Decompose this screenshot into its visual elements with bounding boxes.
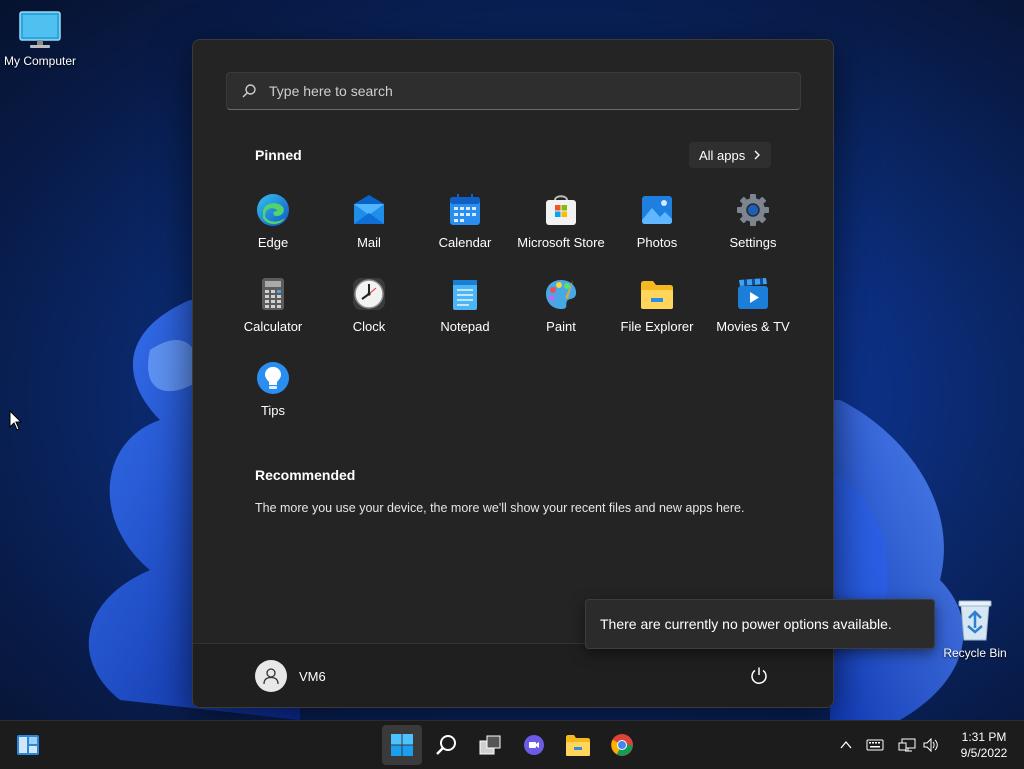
recommended-empty-text: The more you use your device, the more w… xyxy=(255,501,745,515)
file-explorer-taskbar-button[interactable] xyxy=(558,725,598,765)
recycle-bin-icon xyxy=(958,600,992,641)
edge-icon xyxy=(257,194,289,226)
start-menu-footer: VM6 xyxy=(193,643,833,707)
chrome-taskbar-button[interactable] xyxy=(602,725,642,765)
photos-icon xyxy=(642,196,672,224)
app-label: Microsoft Store xyxy=(517,235,605,250)
search-icon xyxy=(242,84,256,98)
keyboard-icon[interactable] xyxy=(866,738,884,752)
notepad-icon xyxy=(453,280,477,310)
pinned-app-mail[interactable]: Mail xyxy=(321,190,417,274)
chrome-icon xyxy=(611,734,633,756)
chevron-right-icon xyxy=(754,150,761,160)
pinned-app-calendar[interactable]: Calendar xyxy=(417,190,513,274)
start-button[interactable] xyxy=(382,725,422,765)
settings-gear-icon xyxy=(737,194,769,226)
app-label: Clock xyxy=(352,319,386,334)
taskbar: 1:31 PM 9/5/2022 xyxy=(0,720,1024,769)
app-label: Notepad xyxy=(440,319,490,334)
lightbulb-icon xyxy=(257,362,289,394)
start-icon xyxy=(391,734,413,756)
monitor-icon xyxy=(19,11,61,48)
app-label: Settings xyxy=(729,235,777,250)
pinned-app-calculator[interactable]: Calculator xyxy=(225,274,321,358)
folder-icon xyxy=(641,281,673,309)
paint-palette-icon xyxy=(546,280,577,309)
pinned-title: Pinned xyxy=(255,147,302,163)
pinned-app-edge[interactable]: Edge xyxy=(225,190,321,274)
start-search-box[interactable] xyxy=(226,72,801,110)
clock-date: 9/5/2022 xyxy=(960,746,1008,760)
app-label: Photos xyxy=(636,235,678,250)
search-icon xyxy=(436,735,456,755)
taskbar-search-button[interactable] xyxy=(426,725,466,765)
desktop-icon-my-computer[interactable]: My Computer xyxy=(0,10,80,68)
pinned-app-settings[interactable]: Settings xyxy=(705,190,801,274)
all-apps-button[interactable]: All apps xyxy=(689,142,772,168)
all-apps-label: All apps xyxy=(699,147,746,163)
system-tray xyxy=(838,721,940,769)
chevron-up-icon[interactable] xyxy=(838,737,854,753)
pinned-app-file-explorer[interactable]: File Explorer xyxy=(609,274,705,358)
app-label: Mail xyxy=(357,235,381,250)
volume-icon[interactable] xyxy=(922,737,940,753)
power-options-tooltip: There are currently no power options ava… xyxy=(585,599,935,649)
file-explorer-icon xyxy=(566,735,590,756)
taskbar-clock[interactable]: 1:31 PM 9/5/2022 xyxy=(950,729,1018,761)
movies-icon xyxy=(738,278,768,309)
pinned-app-photos[interactable]: Photos xyxy=(609,190,705,274)
pinned-app-movies-tv[interactable]: Movies & TV xyxy=(705,274,801,358)
app-label: Calculator xyxy=(243,319,303,334)
calendar-icon xyxy=(450,194,480,225)
user-name: VM6 xyxy=(299,668,326,684)
task-view-button[interactable] xyxy=(470,725,510,765)
chat-icon xyxy=(524,735,544,755)
pinned-app-tips[interactable]: Tips xyxy=(225,358,321,442)
network-icon[interactable] xyxy=(898,737,916,753)
widgets-icon xyxy=(17,735,39,755)
store-icon xyxy=(546,195,576,225)
desktop-icon-label: Recycle Bin xyxy=(943,646,1007,660)
mail-icon xyxy=(354,195,384,224)
widgets-button[interactable] xyxy=(8,725,48,765)
clock-time: 1:31 PM xyxy=(961,730,1007,744)
avatar xyxy=(255,660,287,692)
app-label: File Explorer xyxy=(620,319,694,334)
app-label: Edge xyxy=(257,235,289,250)
app-label: Calendar xyxy=(438,235,492,250)
clock-icon xyxy=(353,278,385,310)
user-icon xyxy=(263,668,279,685)
recommended-title: Recommended xyxy=(255,467,356,483)
app-label: Paint xyxy=(546,319,576,334)
search-input[interactable] xyxy=(267,82,751,100)
task-view-icon xyxy=(479,735,501,755)
desktop-icon-label: My Computer xyxy=(3,54,77,68)
pinned-app-clock[interactable]: Clock xyxy=(321,274,417,358)
app-label: Tips xyxy=(260,403,286,418)
calculator-icon xyxy=(262,278,284,310)
pinned-app-notepad[interactable]: Notepad xyxy=(417,274,513,358)
power-icon[interactable] xyxy=(749,666,769,686)
mouse-cursor-icon xyxy=(9,410,23,431)
chat-button[interactable] xyxy=(514,725,554,765)
user-account-button[interactable]: VM6 xyxy=(255,660,326,692)
pinned-app-paint[interactable]: Paint xyxy=(513,274,609,358)
pinned-app-microsoft-store[interactable]: Microsoft Store xyxy=(513,190,609,274)
desktop-icon-recycle-bin[interactable]: Recycle Bin xyxy=(935,598,1015,660)
app-label: Movies & TV xyxy=(716,319,790,334)
